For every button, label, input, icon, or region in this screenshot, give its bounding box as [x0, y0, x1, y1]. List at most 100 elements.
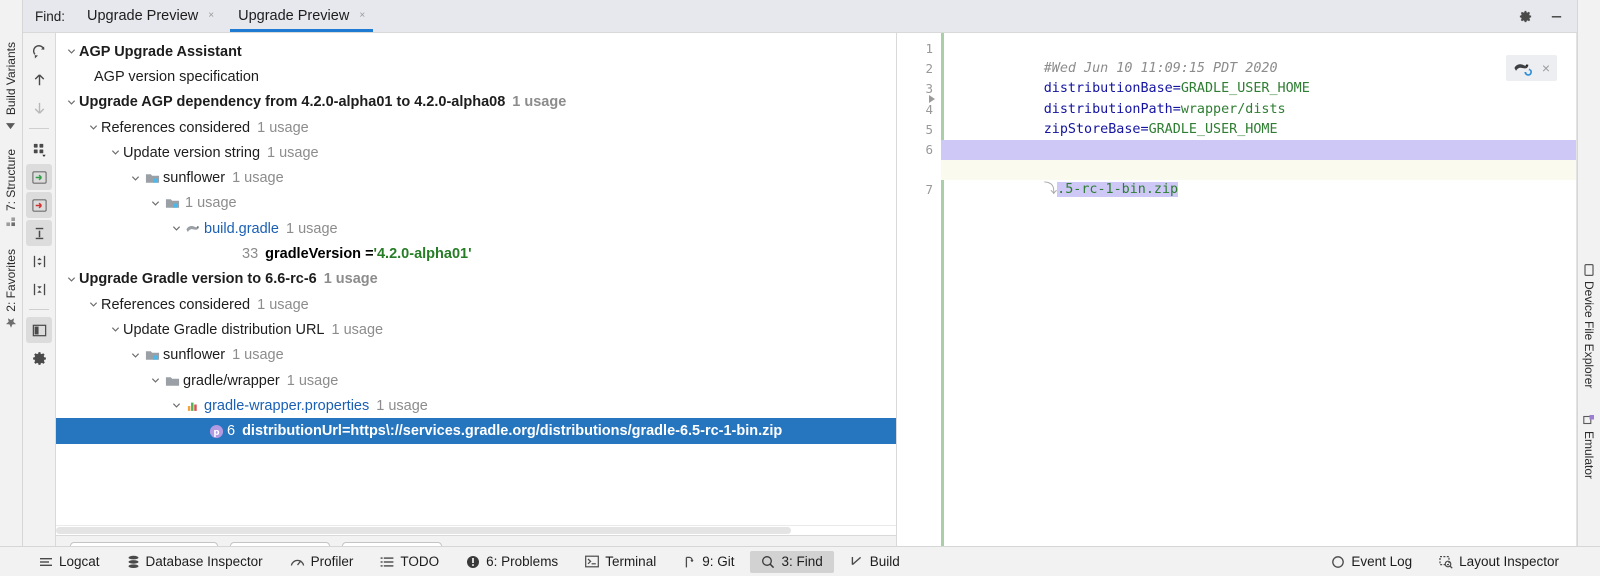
rerun-search-icon[interactable]: [26, 39, 52, 65]
status-item-layout-inspector[interactable]: Layout Inspector: [1428, 551, 1570, 573]
line-number: 2: [897, 59, 941, 79]
chevron-down-icon[interactable]: [64, 47, 79, 56]
settings-icon[interactable]: [26, 345, 52, 371]
usages-tree-panel: AGP Upgrade Assistant AGP version specif…: [56, 33, 897, 576]
stripe-label: Device File Explorer: [1582, 281, 1596, 388]
usage-code-prefix: gradleVersion =: [265, 246, 373, 262]
horizontal-scrollbar[interactable]: [56, 525, 896, 535]
tree-node-references-considered-2[interactable]: References considered 1 usage: [56, 292, 896, 317]
status-item-event-log[interactable]: Event Log: [1320, 551, 1423, 573]
tree-node-update-version-string[interactable]: Update version string 1 usage: [56, 140, 896, 165]
tree-node-usage-line-33[interactable]: 33 gradleVersion = '4.2.0-alpha01': [56, 241, 896, 266]
status-item-git[interactable]: 9: Git: [672, 551, 745, 573]
stripe-label: 7: Structure: [4, 149, 18, 211]
chevron-down-icon[interactable]: [128, 351, 143, 360]
expand-all-icon[interactable]: [26, 248, 52, 274]
scrollbar-thumb[interactable]: [56, 527, 791, 534]
tree-node-update-gradle-distribution-url[interactable]: Update Gradle distribution URL 1 usage: [56, 317, 896, 342]
tree-node-upgrade-gradle-version[interactable]: Upgrade Gradle version to 6.6-rc-6 1 usa…: [56, 267, 896, 292]
fold-marker-icon[interactable]: [929, 95, 935, 103]
next-occurrence-icon[interactable]: [26, 95, 52, 121]
git-icon: [683, 555, 696, 569]
usage-count: 1 usage: [287, 373, 339, 389]
stripe-item-emulator[interactable]: Emulator: [1582, 412, 1596, 481]
stripe-item-device-file-explorer[interactable]: Device File Explorer: [1582, 262, 1596, 390]
tree-node-usage-line-6[interactable]: p 6 distributionUrl=https\://services.gr…: [56, 418, 896, 443]
svg-text:p: p: [213, 426, 219, 436]
editor-floating-toolbar[interactable]: ×: [1506, 55, 1557, 81]
tree-node-agp-upgrade-assistant[interactable]: AGP Upgrade Assistant: [56, 39, 896, 64]
status-item-build[interactable]: Build: [839, 551, 911, 573]
tree-node-file-gradle-wrapper-properties[interactable]: gradle-wrapper.properties 1 usage: [56, 393, 896, 418]
usage-count: 1 usage: [267, 145, 319, 161]
usage-count: 1 usage: [185, 195, 237, 211]
tree-node-module-sunflower-2[interactable]: sunflower 1 usage: [56, 343, 896, 368]
chevron-down-icon[interactable]: [148, 199, 163, 208]
show-write-access-icon[interactable]: [26, 192, 52, 218]
editor-code-area[interactable]: #Wed Jun 10 11:09:15 PDT 2020 distributi…: [941, 33, 1577, 576]
tab-upgrade-preview-1[interactable]: Upgrade Preview ×: [75, 0, 226, 32]
stripe-item-structure[interactable]: 7: Structure: [4, 147, 18, 229]
status-label: Profiler: [311, 554, 354, 569]
structure-icon: [6, 216, 17, 227]
status-item-profiler[interactable]: Profiler: [279, 551, 365, 573]
tree-node-label[interactable]: gradle-wrapper.properties: [204, 398, 369, 414]
tree-node-folder-gradle-wrapper[interactable]: gradle/wrapper 1 usage: [56, 368, 896, 393]
stripe-item-favorites[interactable]: 2: Favorites: [4, 247, 18, 331]
chevron-down-icon[interactable]: [169, 401, 184, 410]
tree-node-module-sunflower-1[interactable]: sunflower 1 usage: [56, 165, 896, 190]
tree-node-label[interactable]: build.gradle: [204, 221, 279, 237]
close-icon[interactable]: ×: [1542, 61, 1550, 75]
left-tool-stripe: Build Variants 7: Structure 2: Favorites: [0, 0, 23, 576]
tree-node-label: Update Gradle distribution URL: [123, 322, 325, 338]
settings-gear-icon[interactable]: [1517, 8, 1534, 25]
code-line-2: distributionBase=GRADLE_USER_HOME: [941, 59, 1577, 79]
show-read-access-icon[interactable]: [26, 164, 52, 190]
stripe-item-build-variants[interactable]: Build Variants: [4, 40, 18, 133]
previous-occurrence-icon[interactable]: [26, 67, 52, 93]
android-studio-find-window: Build Variants 7: Structure 2: Favorites: [0, 0, 1600, 576]
folder-icon: [163, 374, 181, 388]
code-line-3: distributionPath=wrapper/dists: [941, 79, 1577, 99]
gradle-sync-icon[interactable]: [1513, 59, 1534, 77]
status-label: Layout Inspector: [1459, 554, 1559, 569]
chevron-down-icon[interactable]: [128, 174, 143, 183]
chevron-down-icon[interactable]: [86, 300, 101, 309]
status-item-todo[interactable]: TODO: [369, 551, 450, 573]
usage-count: 1 usage: [376, 398, 428, 414]
tree-node-agp-version-specification[interactable]: AGP version specification: [56, 64, 896, 89]
stripe-label: 2: Favorites: [4, 249, 18, 312]
tree-node-module-root-1[interactable]: 1 usage: [56, 191, 896, 216]
tab-upgrade-preview-2[interactable]: Upgrade Preview ×: [226, 0, 377, 32]
chevron-down-icon[interactable]: [108, 148, 123, 157]
preview-usages-icon[interactable]: [26, 317, 52, 343]
chevron-down-icon[interactable]: [64, 275, 79, 284]
usage-preview-editor[interactable]: 1 2 3 4 5 6 7 #Wed Jun 10 11:09:15 PDT 2…: [897, 33, 1577, 576]
stripe-label: Build Variants: [4, 42, 18, 115]
chevron-down-icon[interactable]: [148, 376, 163, 385]
right-tool-stripe: Device File Explorer Emulator: [1577, 0, 1600, 576]
status-item-logcat[interactable]: Logcat: [28, 551, 111, 573]
hide-window-icon[interactable]: [1548, 8, 1565, 25]
tree-node-label: Upgrade AGP dependency from 4.2.0-alpha0…: [79, 94, 505, 110]
chevron-down-icon[interactable]: [169, 224, 184, 233]
tree-node-upgrade-agp-dependency[interactable]: Upgrade AGP dependency from 4.2.0-alpha0…: [56, 90, 896, 115]
status-item-terminal[interactable]: Terminal: [574, 551, 667, 573]
find-icon: [761, 555, 775, 569]
chevron-down-icon[interactable]: [64, 98, 79, 107]
status-item-database-inspector[interactable]: Database Inspector: [116, 551, 274, 573]
tree-node-references-considered-1[interactable]: References considered 1 usage: [56, 115, 896, 140]
code-line-7: [941, 180, 1577, 200]
tree-node-label: AGP version specification: [94, 69, 259, 85]
chevron-down-icon[interactable]: [86, 123, 101, 132]
tree-node-file-build-gradle[interactable]: build.gradle 1 usage: [56, 216, 896, 241]
group-by-icon[interactable]: [26, 136, 52, 162]
status-item-problems[interactable]: 6: Problems: [455, 551, 569, 573]
show-usage-info-icon[interactable]: [26, 220, 52, 246]
usages-tree[interactable]: AGP Upgrade Assistant AGP version specif…: [56, 33, 896, 525]
close-icon[interactable]: ×: [359, 11, 365, 21]
status-item-find[interactable]: 3: Find: [750, 551, 833, 573]
collapse-all-icon[interactable]: [26, 276, 52, 302]
chevron-down-icon[interactable]: [108, 325, 123, 334]
close-icon[interactable]: ×: [208, 11, 214, 21]
